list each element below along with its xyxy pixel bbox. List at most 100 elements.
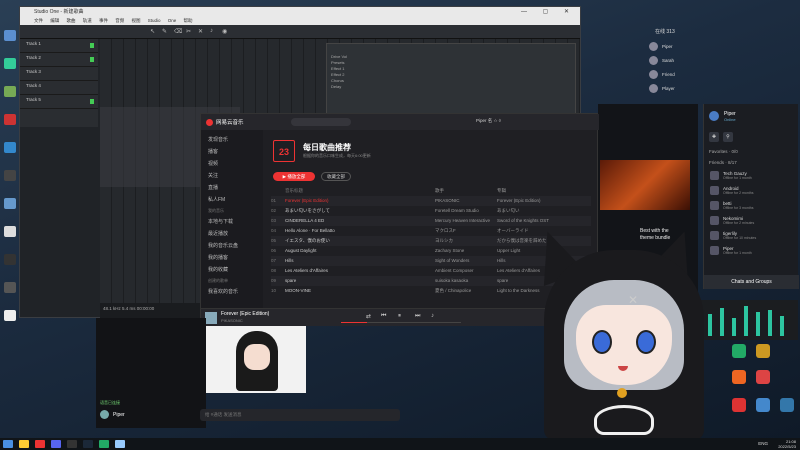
taskbar-app[interactable] [99,440,109,448]
social-row[interactable]: Piper [645,39,725,53]
taskbar-app[interactable] [67,440,77,448]
track-row[interactable]: Track 3 [20,67,98,81]
split-tool-icon[interactable]: ✂ [186,28,192,35]
taskbar-app[interactable] [115,440,125,448]
friend-row[interactable]: Piper Offline for 1 month [704,243,798,258]
social-row[interactable]: Sarah [645,53,725,67]
clock[interactable]: 21:08 2022/5/23 [778,439,796,449]
desktop-icon[interactable] [2,226,18,244]
song-artist: Mercury Heaven Interactive [435,218,491,223]
desktop-icon[interactable] [780,398,794,412]
sidebar-item[interactable]: 关注 [201,170,263,182]
taskbar-app[interactable] [19,440,29,448]
shuffle-icon[interactable]: ⇄ [366,313,371,320]
meter-bar [720,308,724,336]
desktop-icon[interactable] [2,198,18,216]
friend-row[interactable]: Tech Gauzy Offline for 1 month [704,168,798,183]
now-playing-title[interactable]: Forever (Epic Edition) [221,311,269,317]
sidebar-item[interactable]: 直播 [201,182,263,194]
desktop-icon[interactable] [2,254,18,272]
listen-tool-icon[interactable]: ◉ [222,28,228,35]
message-input[interactable]: 给 #通话 发送消息 [200,409,400,421]
taskbar-app[interactable] [51,440,61,448]
friends-section[interactable]: Friends · 8/17 [704,157,798,168]
friend-row[interactable]: betti Offline for 3 months [704,198,798,213]
next-icon[interactable]: ⏭ [415,313,420,320]
track-row[interactable]: Track 4 [20,81,98,95]
link-icon[interactable]: ⚲ [723,132,733,142]
col-artist[interactable]: 歌手 [435,186,497,196]
desktop-icon[interactable] [732,370,746,384]
add-friend-icon[interactable]: ✚ [709,132,719,142]
sidebar-item[interactable]: 我的收藏 [201,264,263,276]
taskbar-app[interactable] [35,440,45,448]
desktop-icon[interactable] [756,344,770,358]
user-menu[interactable]: Piper 名 ☆ ◊ [476,118,501,124]
desktop-icon[interactable] [2,170,18,188]
mute-tool-icon[interactable]: ✕ [198,28,204,35]
my-profile[interactable]: Piper Online [704,104,798,128]
start-icon[interactable] [3,440,13,448]
browser-item[interactable]: Delay [327,84,575,90]
desktop-icon[interactable] [732,344,746,358]
video-stream[interactable] [206,326,306,393]
desktop-icon[interactable] [2,114,18,132]
social-row[interactable]: Player [645,81,725,95]
taskbar-app[interactable] [83,440,93,448]
desktop-icon[interactable] [756,370,770,384]
page-subtitle: 根据你的音乐口味生成，每天6:00更新 [303,153,371,158]
song-row[interactable]: 03 CINDERELLA 4 ED Mercury Heaven Interact… [271,216,591,226]
play-all-button[interactable]: ▶ 播放全部 [273,172,315,181]
col-album[interactable]: 专辑 [497,186,591,196]
desktop-icon[interactable] [2,282,18,300]
desktop-icon[interactable] [756,398,770,412]
friend-row[interactable]: Nekomimi Offline for 2 minutes [704,213,798,228]
favorites-section[interactable]: Favorites · 0/0 [704,146,798,157]
arrow-tool-icon[interactable]: ↖ [150,28,156,35]
desktop-icon[interactable] [2,58,18,76]
sidebar-item[interactable]: 本地与下载 [201,216,263,228]
now-playing-artist[interactable]: PIKASONIC [221,318,243,323]
collect-all-button[interactable]: 收藏全部 [321,172,351,181]
sidebar-item[interactable]: 我的播客 [201,252,263,264]
daw-title: Studio One - 新建歌曲 [34,9,84,15]
desktop-icon[interactable] [732,398,746,412]
progress-bar[interactable] [341,322,461,323]
friend-row[interactable]: Android Offline for 2 months [704,183,798,198]
window-controls[interactable]: — ▢ ✕ [521,7,576,17]
pause-icon[interactable]: ⏸ [398,313,401,320]
game-banner-image[interactable] [600,160,690,210]
sidebar-item[interactable]: 视频 [201,158,263,170]
input-language[interactable]: ENG [758,441,768,446]
track-row[interactable]: Track 2 [20,53,98,67]
voice-status: 语音已连接 [100,400,120,405]
desktop-icon[interactable] [2,310,18,328]
sidebar-item[interactable]: 私人FM [201,194,263,206]
sidebar-item[interactable]: 播客 [201,146,263,158]
track-row[interactable]: Track 5 [20,95,98,109]
col-title[interactable]: 音乐标题 [285,186,435,196]
album-cover[interactable] [205,312,217,324]
daw-menubar[interactable]: 文件 编辑 歌曲 轨道 事件 音频 视图 Studio One 帮助 [20,17,580,25]
track-row[interactable]: Track 1 [20,39,98,53]
sidebar-item[interactable]: 最近播放 [201,228,263,240]
desktop-icon[interactable] [2,30,18,48]
desktop-icon[interactable] [2,142,18,160]
sidebar-item[interactable]: 我的音乐云盘 [201,240,263,252]
desktop-icon[interactable] [2,86,18,104]
social-row[interactable]: Friend [645,67,725,81]
pencil-tool-icon[interactable]: ✎ [162,28,168,35]
song-row[interactable]: 01 Forever (Epic Edition) PIKASONIC Forever… [271,196,591,206]
sidebar-item[interactable]: 我喜欢的音乐 [201,286,263,298]
friend-row[interactable]: tigerlily Offline for 10 minutes [704,228,798,243]
sidebar-item[interactable]: 发现音乐 [201,134,263,146]
eraser-tool-icon[interactable]: ⌫ [174,28,182,35]
chats-and-groups-button[interactable]: Chats and Groups [704,275,799,289]
bend-tool-icon[interactable]: ♪ [210,28,216,35]
music-logo[interactable]: 网易云音乐 [206,118,244,126]
song-artist: マクロスF [435,228,456,233]
lyrics-icon[interactable]: ♪ [431,313,434,319]
song-row[interactable]: 02 あまい匂いをさがして Foretell Dream Studio あまい匂い [271,206,591,216]
previous-icon[interactable]: ⏮ [381,313,386,320]
search-input[interactable] [291,118,351,126]
